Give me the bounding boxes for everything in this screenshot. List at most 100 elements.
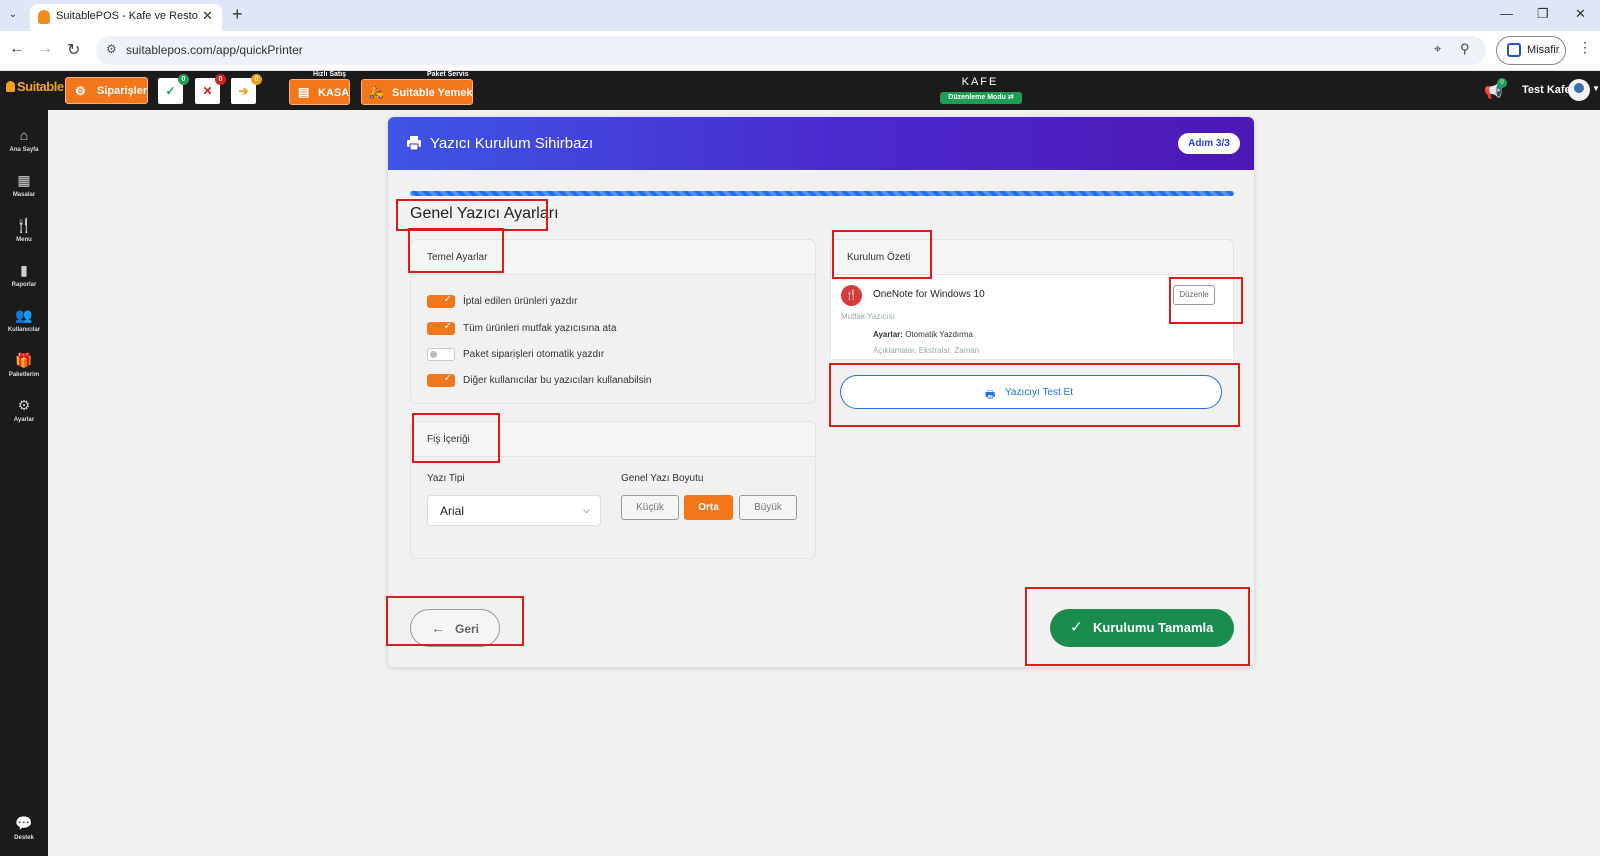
toggle-switch[interactable] [427, 321, 455, 335]
browser-tab-bar: ⌄ SuitablePOS - Kafe ve Restoran ✕ + — ❐… [0, 0, 1600, 31]
toggle-switch[interactable] [427, 348, 455, 361]
package-caption: Paket Servis [425, 71, 471, 78]
approved-badge: 0 [178, 74, 189, 85]
pending-orders-button[interactable]: ➔ 0 [231, 74, 262, 104]
printer-wizard-card: Yazıcı Kurulum Sihirbazı Adım 3/3 Genel … [388, 117, 1254, 667]
font-select[interactable]: Arial ⌵ [427, 495, 601, 526]
restore-icon[interactable]: ❐ [1537, 6, 1549, 22]
suitable-yemek-button[interactable]: 🛵 Suitable Yemek [361, 79, 473, 105]
favicon-icon [38, 10, 50, 24]
browser-tab[interactable]: SuitablePOS - Kafe ve Restoran ✕ [30, 4, 222, 31]
printer-icon [407, 136, 421, 151]
approved-orders-button[interactable]: ✓ 0 [158, 74, 189, 104]
sidebar-item-support[interactable]: 💬 Destek [0, 815, 48, 841]
sidebar-item-label: Paketlerim [8, 372, 40, 378]
suitable-yemek-label: Suitable Yemek [392, 87, 473, 99]
gears-icon: ⚙ [75, 84, 86, 98]
user-name[interactable]: Test Kafe [1522, 84, 1571, 96]
toggle-label: Paket siparişleri otomatik yazdır [463, 349, 605, 360]
basic-settings-title: Temel Ayarlar [427, 252, 488, 263]
sidebar-item-settings[interactable]: ⚙ Ayarlar [0, 397, 48, 423]
browser-toolbar: ← → ↻ ⚙ suitablepos.com/app/quickPrinter… [0, 31, 1600, 71]
users-icon: 👥 [15, 307, 33, 323]
sidebar-item-label: Menu [16, 237, 32, 243]
printer-name: OneNote for Windows 10 [873, 289, 985, 300]
swap-icon: ⇄ [1007, 94, 1014, 101]
site-info-icon[interactable]: ⚙ [106, 42, 117, 56]
sidebar-item-tables[interactable]: ▦ Masalar [0, 172, 48, 198]
user-menu-caret-icon[interactable]: ▼ [1592, 84, 1600, 93]
avatar[interactable] [1568, 79, 1590, 101]
settings-value: Otomatik Yazdırma [905, 330, 973, 339]
kasa-label: KASA [318, 87, 350, 99]
report-icon: ▮ [20, 262, 28, 278]
sidebar-item-reports[interactable]: ▮ Raporlar [0, 262, 48, 288]
toggle-switch[interactable] [427, 373, 455, 387]
sidebar-item-home[interactable]: ⌂ Ana Sayfa [0, 127, 48, 153]
size-medium-button[interactable]: Orta [684, 495, 733, 520]
edit-mode-toggle[interactable]: Düzenleme Modu ⇄ [940, 92, 1022, 104]
back-label: Geri [455, 622, 480, 636]
printer-summary: 🍴 OneNote for Windows 10 Mutfak Yazıcısı… [831, 275, 1233, 359]
tab-list-chevron-icon[interactable]: ⌄ [4, 6, 22, 24]
settings-key: Ayarlar: [873, 330, 903, 339]
orders-label: Siparişler [97, 85, 148, 97]
test-printer-label: Yazıcıyı Test Et [1005, 387, 1073, 398]
font-size-label: Genel Yazı Boyutu [621, 473, 704, 484]
profile-label: Misafir [1527, 44, 1560, 56]
new-tab-icon[interactable]: + [232, 4, 243, 25]
window-close-icon[interactable]: ✕ [1575, 6, 1586, 22]
edit-printer-button[interactable]: Düzenle [1173, 285, 1215, 305]
close-tab-icon[interactable]: ✕ [202, 8, 213, 24]
gift-icon: 🎁 [15, 352, 33, 368]
printer-type: Mutfak Yazıcısı [841, 312, 895, 321]
profile-button[interactable]: Misafir [1496, 36, 1566, 65]
font-label: Yazı Tipi [427, 473, 465, 484]
back-button[interactable]: ← Geri [410, 609, 500, 647]
cutlery-icon: 🍴 [841, 285, 862, 306]
chevron-down-icon: ⌵ [583, 505, 590, 515]
toggle-label: Diğer kullanıcılar bu yazıcıları kullana… [463, 375, 652, 386]
back-icon[interactable]: ← [9, 40, 25, 58]
url-text: suitablepos.com/app/quickPrinter [126, 43, 303, 57]
browser-menu-icon[interactable]: ⋮ [1578, 39, 1592, 56]
zoom-icon[interactable]: ⚲ [1460, 41, 1470, 57]
tab-title: SuitablePOS - Kafe ve Restoran [56, 10, 198, 22]
sidebar-item-label: Ana Sayfa [9, 147, 39, 153]
gears-icon: ⚙ [17, 397, 31, 413]
app-header: Suitable ⚙ Siparişler ✓ 0 ✕ 0 ➔ 0 ▤ KASA Hı… [0, 71, 1600, 110]
toggle-switch[interactable] [427, 294, 455, 308]
size-small-button[interactable]: Küçük [621, 495, 679, 520]
location-off-icon[interactable]: ⌖ [1434, 41, 1441, 57]
sidebar: ⌂ Ana Sayfa ▦ Masalar 🍴 Menu ▮ Raporlar … [0, 110, 48, 856]
minimize-icon[interactable]: — [1500, 6, 1513, 21]
sidebar-item-menu[interactable]: 🍴 Menu [0, 217, 48, 243]
cancelled-orders-button[interactable]: ✕ 0 [195, 74, 226, 104]
logo[interactable]: Suitable [6, 79, 64, 94]
edit-mode-label: Düzenleme Modu [948, 94, 1006, 101]
reload-icon[interactable]: ↻ [67, 40, 80, 60]
quick-sale-caption: Hızlı Satış [311, 71, 349, 78]
sidebar-item-packages[interactable]: 🎁 Paketlerim [0, 352, 48, 378]
address-bar[interactable]: ⚙ suitablepos.com/app/quickPrinter ⌖ ⚲ [96, 36, 1486, 65]
sidebar-item-users[interactable]: 👥 Kullanıcılar [0, 307, 48, 333]
finish-setup-label: Kurulumu Tamamla [1093, 620, 1214, 635]
sidebar-item-label: Kullanıcılar [7, 327, 41, 333]
table-icon: ▦ [17, 172, 31, 188]
printer-settings: Ayarlar: Otomatik Yazdırma [873, 330, 973, 339]
panel-header: Temel Ayarlar [411, 240, 815, 275]
sidebar-item-label: Raporlar [11, 282, 37, 288]
forward-icon[interactable]: → [37, 40, 53, 58]
test-printer-button[interactable]: 🖶 Yazıcıyı Test Et [840, 375, 1222, 409]
section-title: Genel Yazıcı Ayarları [410, 205, 559, 222]
orders-button[interactable]: ⚙ Siparişler [65, 77, 148, 104]
size-large-button[interactable]: Büyük [739, 495, 797, 520]
scooter-icon: 🛵 [369, 85, 384, 99]
toggle-label: İptal edilen ürünleri yazdır [463, 296, 578, 307]
panel-header: Fiş İçeriği [411, 422, 815, 457]
toggle-label: Tüm ürünleri mutfak yazıcısına ata [463, 323, 617, 334]
panel-header: Kurulum Özeti [831, 240, 1233, 275]
kasa-button[interactable]: ▤ KASA [289, 79, 350, 105]
finish-setup-button[interactable]: ✓ Kurulumu Tamamla [1050, 609, 1234, 647]
check-icon: ✓ [1070, 619, 1083, 636]
